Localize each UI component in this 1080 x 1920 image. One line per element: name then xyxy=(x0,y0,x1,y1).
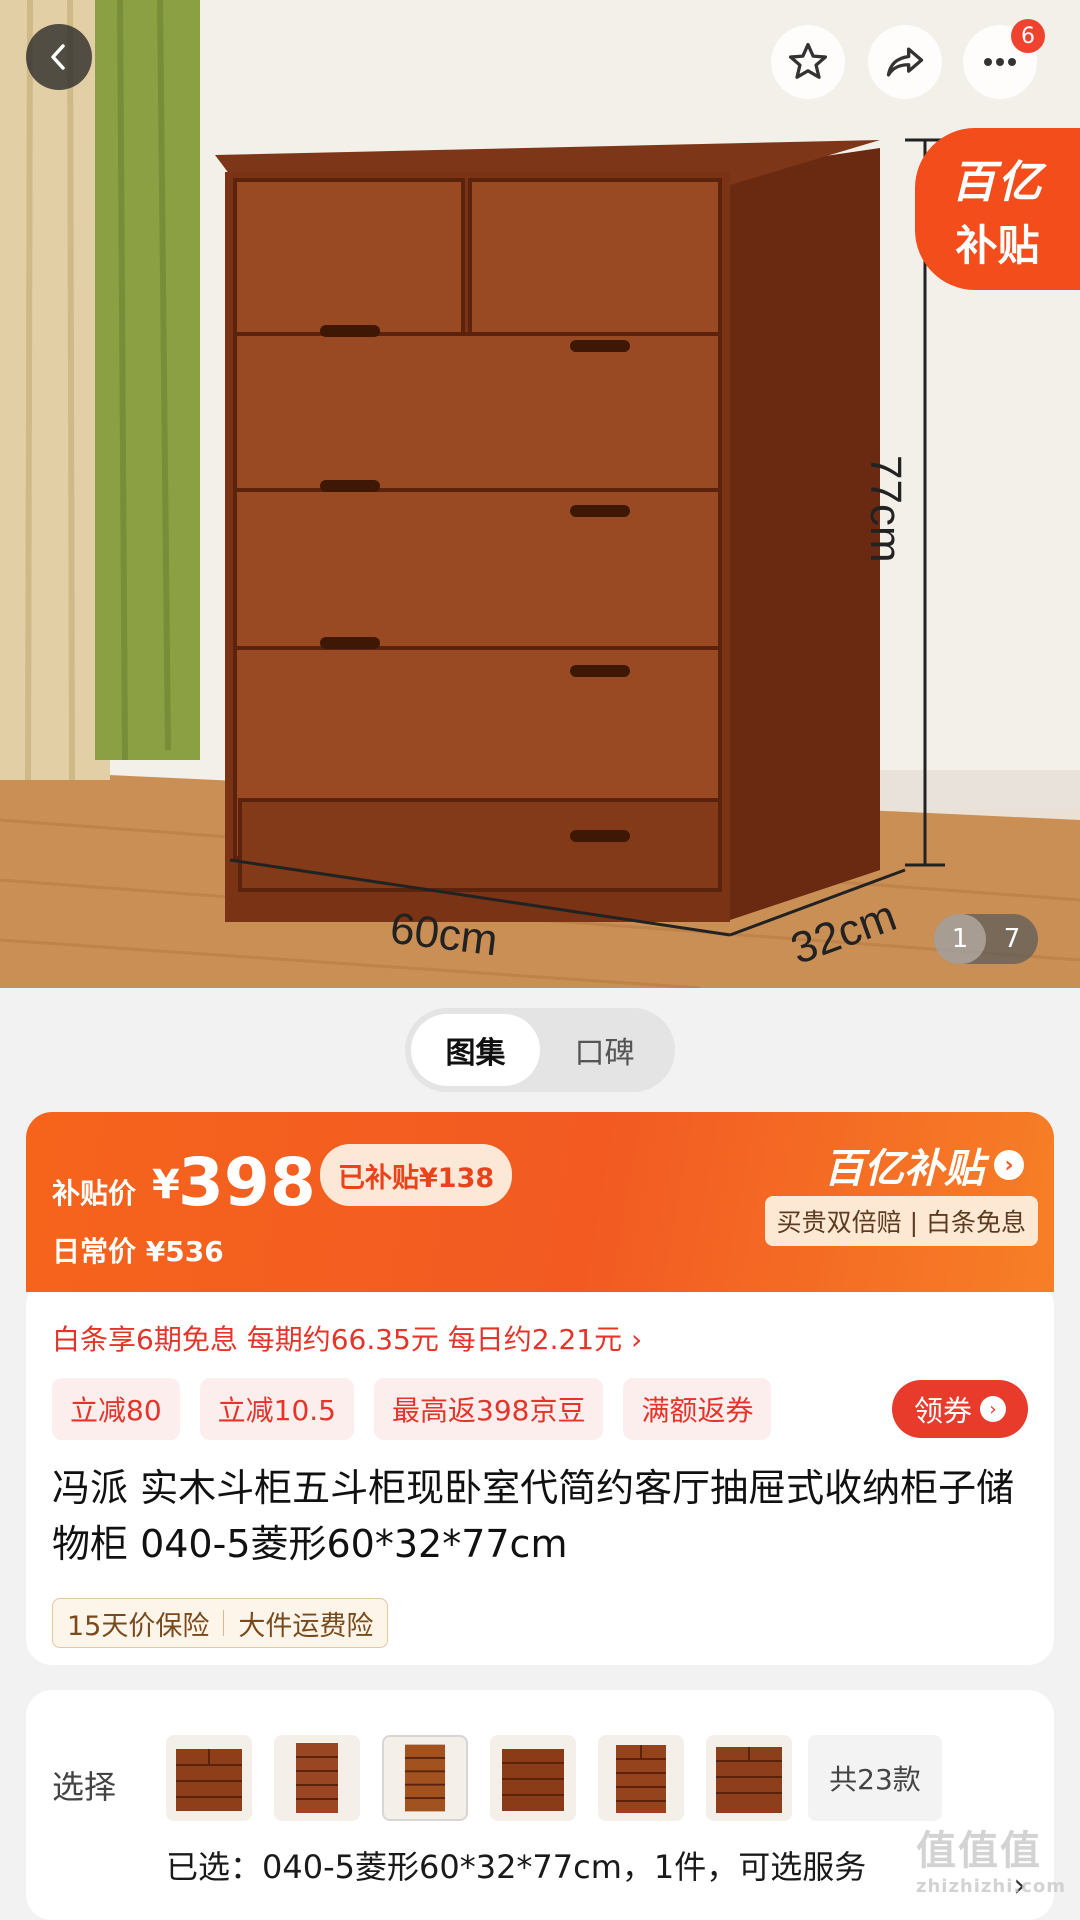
favorite-button[interactable] xyxy=(771,25,845,99)
share-icon xyxy=(886,47,924,77)
service-tags[interactable]: 15天价保险 大件运费险 xyxy=(52,1598,389,1648)
subsidy-perks: 买贵双倍赔 | 白条免息 xyxy=(764,1196,1038,1246)
installment-info[interactable]: 白条享6期免息 每期约66.35元 每日约2.21元 › xyxy=(52,1318,642,1358)
variant-thumbnail[interactable] xyxy=(274,1735,360,1821)
currency-symbol: ¥ xyxy=(152,1162,180,1208)
variant-select-card[interactable]: 选择 共23款 已选：040-5菱形60*32*77cm，1件，可选服务 › xyxy=(26,1690,1054,1920)
promo-chip[interactable]: 满额返券 xyxy=(623,1378,772,1440)
get-coupon-label: 领券 xyxy=(913,1394,972,1428)
image-counter-total: 7 xyxy=(1003,924,1021,954)
promo-chips: 立减80 立减10.5 最高返398京豆 满额返券 xyxy=(52,1378,772,1440)
notification-badge: 6 xyxy=(1011,19,1045,53)
star-icon xyxy=(788,42,828,79)
daily-price: 日常价 ¥536 xyxy=(52,1235,224,1268)
image-counter: 1 7 xyxy=(934,914,1038,964)
back-button[interactable] xyxy=(26,24,92,90)
billion-subsidy-link[interactable]: 百亿补贴 › xyxy=(824,1136,1024,1194)
variant-count[interactable]: 共23款 xyxy=(808,1735,942,1821)
more-dots-icon xyxy=(984,58,1016,66)
promo-chip[interactable]: 立减80 xyxy=(52,1378,180,1440)
image-counter-current: 1 xyxy=(934,914,986,964)
watermark: 值值值 zhizhizhi.com xyxy=(916,1818,1066,1897)
service-tag: 15天价保险 xyxy=(67,1610,210,1642)
billion-subsidy-tag: 百亿 补贴 xyxy=(915,128,1080,290)
tab-gallery[interactable]: 图集 xyxy=(411,1014,540,1086)
selected-variant: 已选：040-5菱形60*32*77cm，1件，可选服务 xyxy=(166,1848,867,1886)
variant-thumbnail[interactable] xyxy=(706,1735,792,1821)
promo-chip[interactable]: 立减10.5 xyxy=(199,1378,354,1440)
chevron-right-icon: › xyxy=(994,1150,1024,1180)
watermark-url: zhizhizhi.com xyxy=(915,1876,1066,1897)
billion-subsidy-label: 百亿补贴 xyxy=(824,1146,984,1192)
price-banner: 补贴价 ¥ 398 已补贴¥138 日常价 ¥536 百亿补贴 › 买贵双倍赔 … xyxy=(26,1112,1054,1292)
subsidy-amount-badge: 已补贴¥138 xyxy=(320,1144,513,1206)
more-button[interactable]: 6 xyxy=(963,19,1045,99)
watermark-main: 值值值 xyxy=(915,1828,1042,1874)
promo-chip[interactable]: 最高返398京豆 xyxy=(374,1378,604,1440)
back-arrow-icon xyxy=(51,44,65,70)
subsidy-tag-line1: 百亿 xyxy=(951,156,1044,208)
variant-thumbnail[interactable] xyxy=(598,1735,684,1821)
service-tag: 大件运费险 xyxy=(238,1610,374,1642)
get-coupon-button[interactable]: 领券 › xyxy=(892,1380,1028,1438)
product-info-card: 白条享6期免息 每期约66.35元 每日约2.21元 › 立减80 立减10.5… xyxy=(26,1280,1054,1665)
gallery-tab-switch: 图集 口碑 xyxy=(405,1008,675,1092)
subsidy-price: 398 xyxy=(178,1144,316,1221)
share-button[interactable] xyxy=(868,25,942,99)
variant-thumbnail[interactable] xyxy=(166,1735,252,1821)
variant-thumbnail[interactable] xyxy=(490,1735,576,1821)
variant-thumbnails xyxy=(166,1735,792,1821)
subsidy-tag-line2: 补贴 xyxy=(955,220,1040,270)
product-title: 冯派 实木斗柜五斗柜现卧室代简约客厅抽屉式收纳柜子储物柜 040-5菱形60*3… xyxy=(52,1466,1015,1566)
select-label: 选择 xyxy=(52,1768,117,1806)
subsidy-price-label: 补贴价 xyxy=(52,1177,137,1210)
chevron-right-icon: › xyxy=(980,1396,1006,1422)
tab-reviews[interactable]: 口碑 xyxy=(540,1014,669,1086)
height-dimension: 77cm xyxy=(861,455,910,563)
product-image-gallery[interactable]: 77cm 60cm 32cm 6 百亿 补贴 1 7 xyxy=(0,0,1080,988)
product-photo xyxy=(0,0,1080,988)
variant-thumbnail[interactable] xyxy=(382,1735,468,1821)
